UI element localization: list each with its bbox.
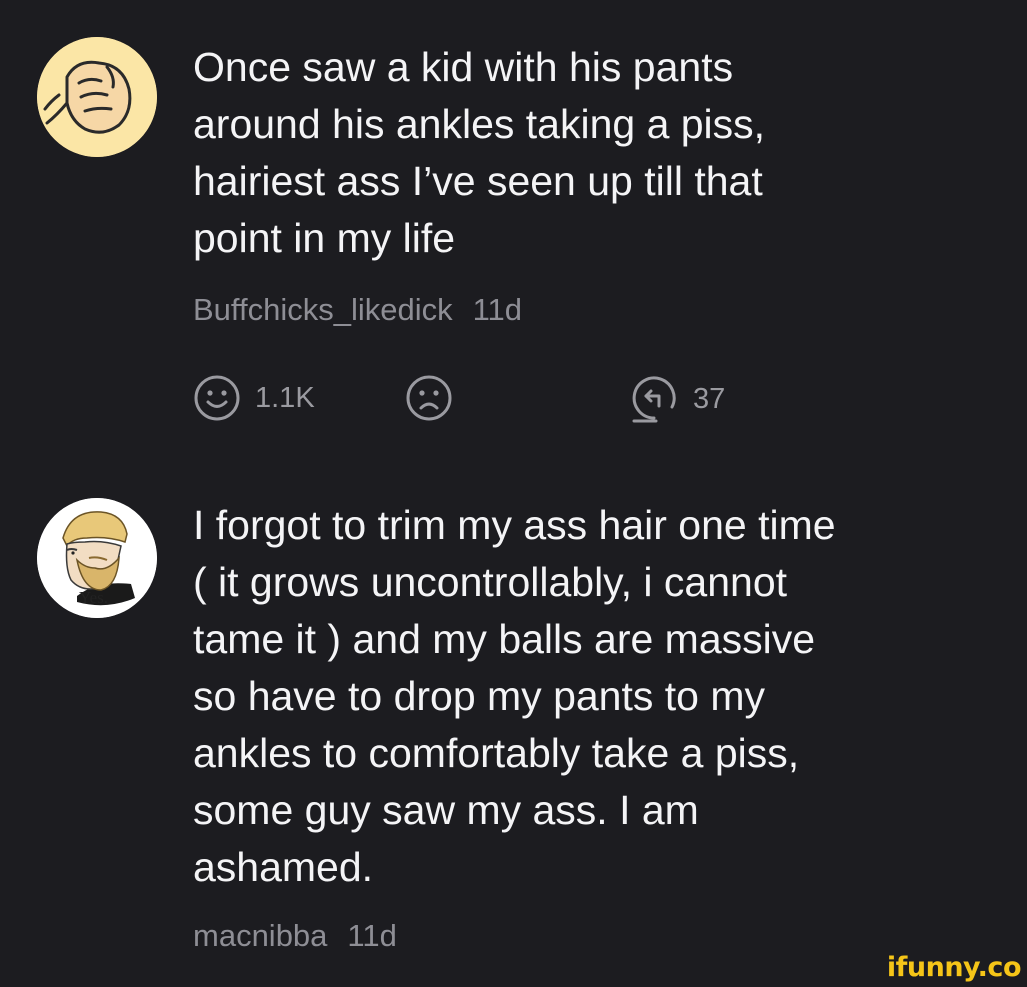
reply-count: 37 xyxy=(693,382,726,415)
user-avatar[interactable]: Yes. xyxy=(37,498,157,618)
fist-icon xyxy=(37,37,157,157)
watermark: ifunny.co xyxy=(886,952,1022,983)
unsmile-button[interactable] xyxy=(405,374,453,422)
reply-icon xyxy=(632,376,676,423)
avatar-caption: Yes. xyxy=(79,588,108,607)
user-avatar[interactable] xyxy=(37,37,157,157)
smile-count: 1.1K xyxy=(255,381,315,414)
comment-age: 11d xyxy=(472,292,523,327)
comment-meta: Buffchicks_likedick 11d xyxy=(193,292,522,328)
username[interactable]: macnibba xyxy=(193,918,327,953)
comment-text: Once saw a kid with his pants around his… xyxy=(193,44,766,261)
username[interactable]: Buffchicks_likedick xyxy=(193,292,453,327)
reply-button[interactable]: 37 xyxy=(629,374,725,424)
comment-meta: macnibba 11d xyxy=(193,918,397,954)
comment-age: 11d xyxy=(347,918,397,953)
smile-icon xyxy=(194,375,240,421)
frown-icon xyxy=(406,375,452,421)
smile-button[interactable]: 1.1K xyxy=(193,374,315,422)
comment-actions: 1.1K 37 xyxy=(193,374,893,424)
comment-text: I forgot to trim my ass hair one time ( … xyxy=(193,502,836,890)
